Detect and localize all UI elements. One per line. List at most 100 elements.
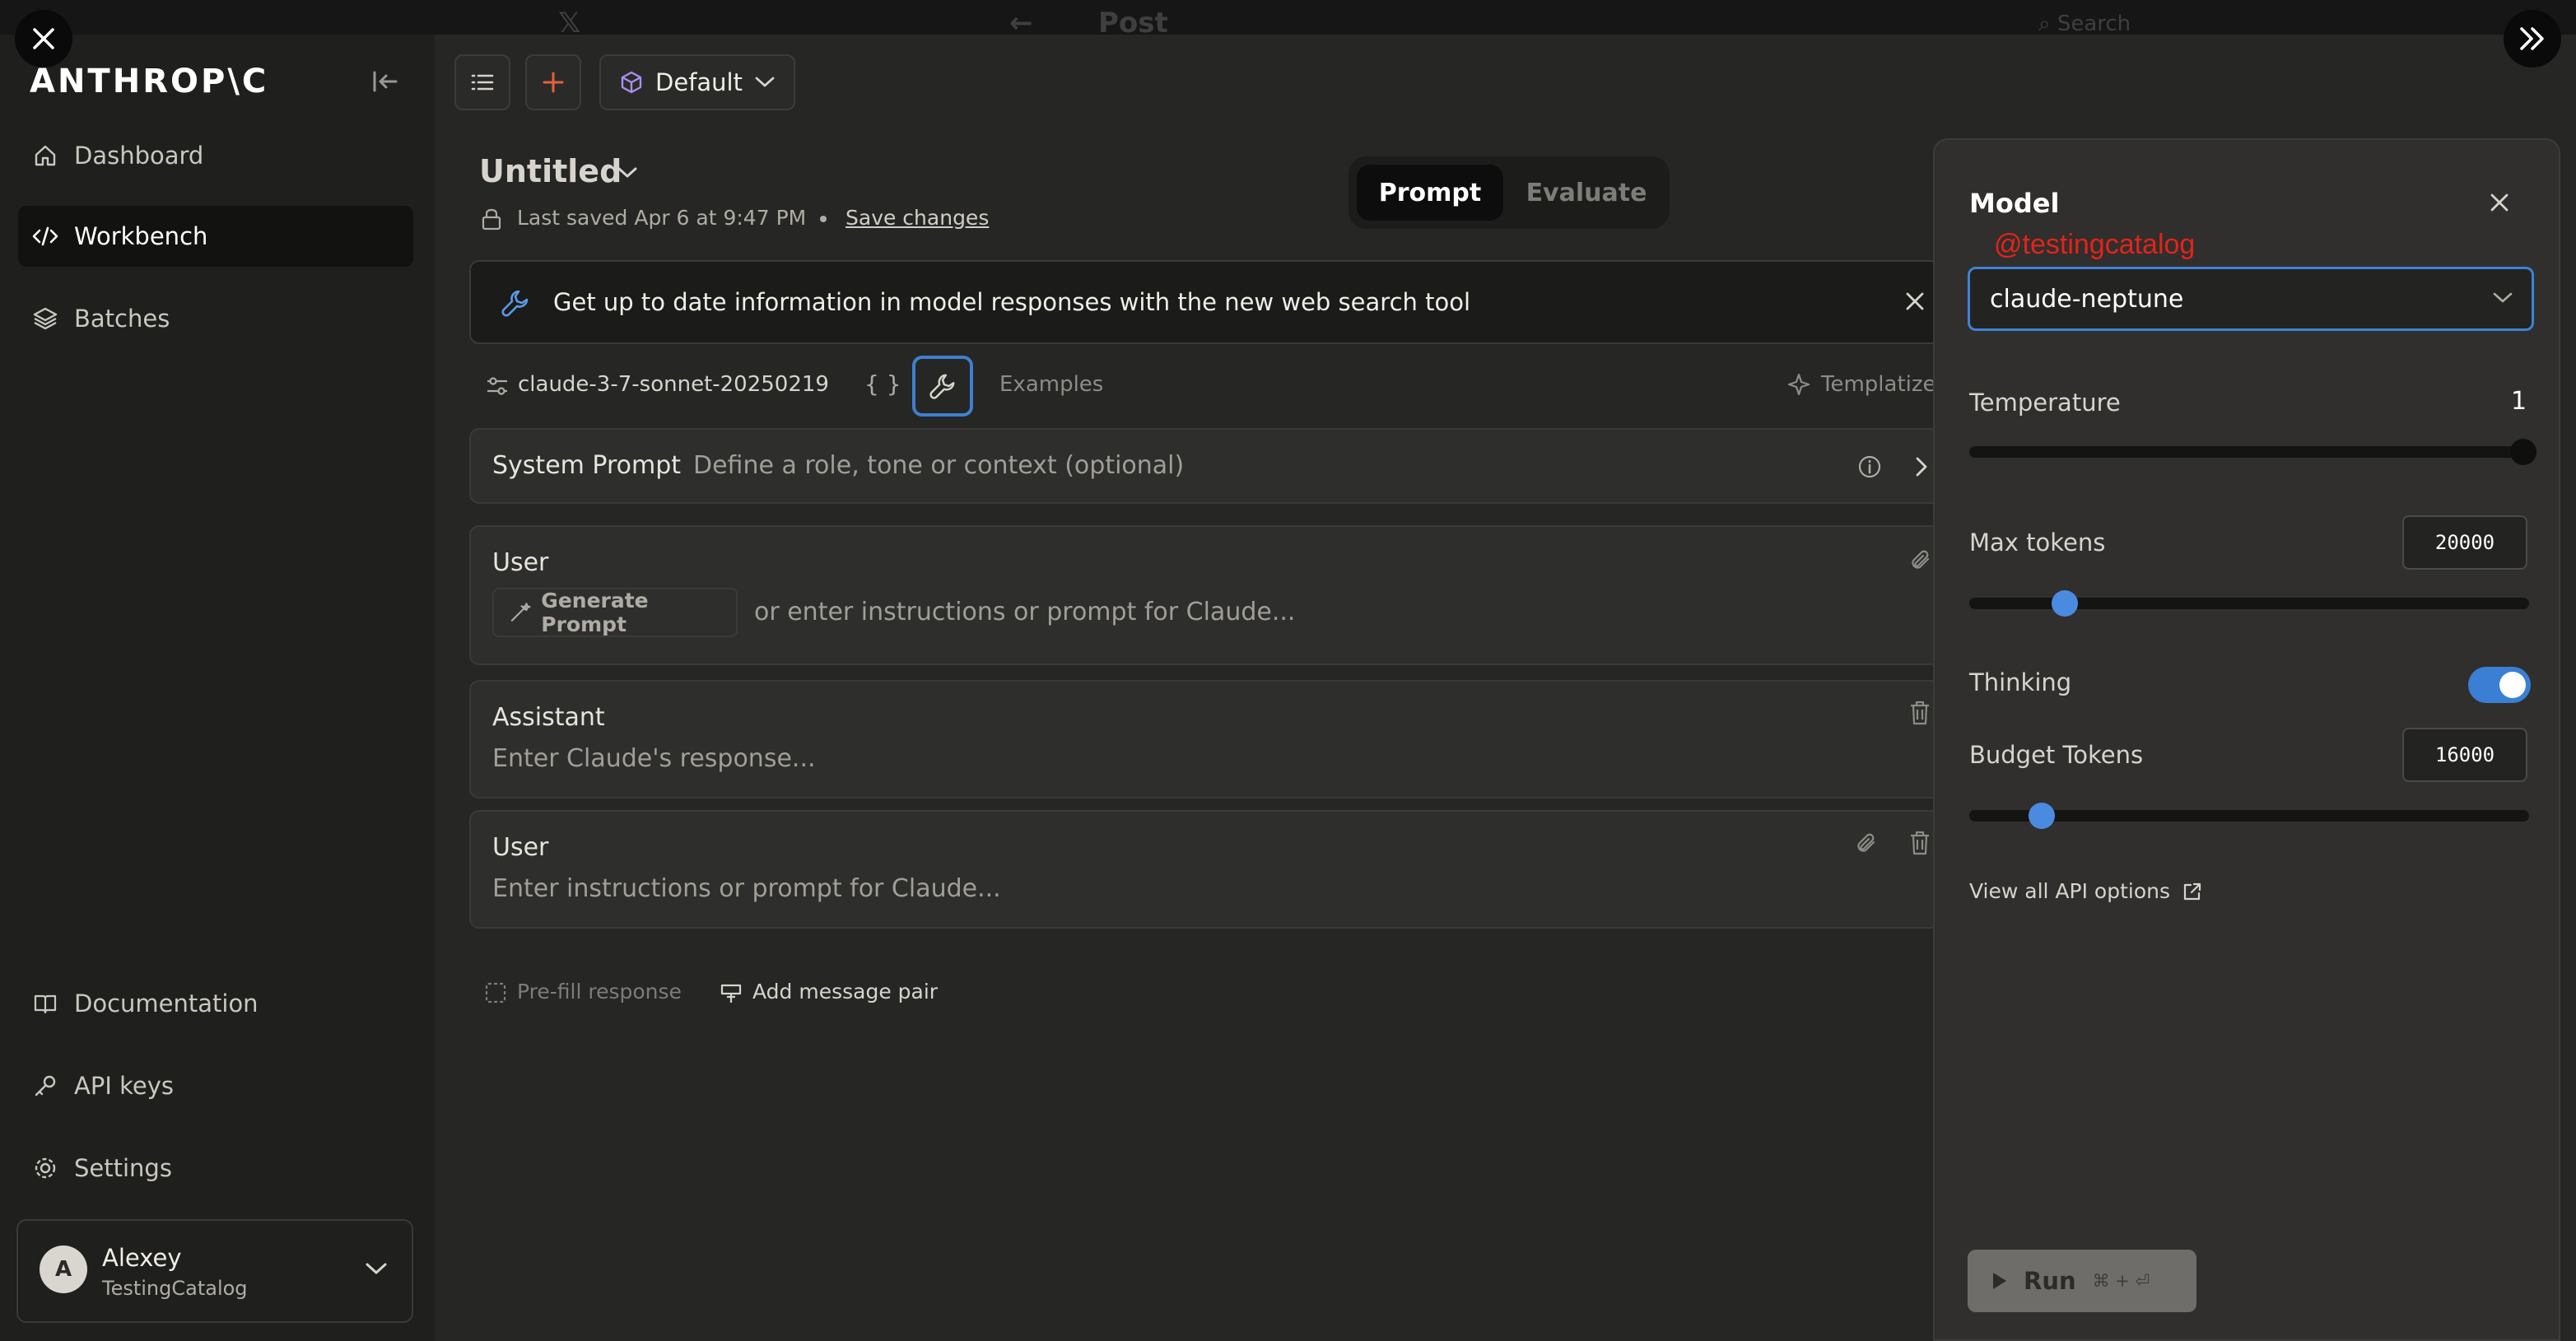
last-saved-text: Last saved Apr 6 at 9:47 PM (517, 206, 807, 230)
magic-wand-icon (510, 603, 531, 622)
model-select[interactable]: claude-neptune (1968, 267, 2534, 331)
sidebar-item-settings[interactable]: Settings (18, 1138, 413, 1199)
sidebar-item-workbench[interactable]: Workbench (18, 206, 413, 267)
max-tokens-label: Max tokens (1969, 528, 2106, 556)
web-search-banner: Get up to date information in model resp… (469, 260, 1951, 344)
variables-button[interactable]: { } (864, 370, 901, 398)
temperature-label: Temperature (1969, 389, 2121, 417)
sidebar-item-label: Settings (74, 1154, 172, 1182)
page-title[interactable]: Untitled (479, 153, 622, 189)
budget-tokens-input[interactable]: 16000 (2402, 728, 2527, 782)
lock-icon (481, 207, 502, 230)
generate-prompt-button[interactable]: Generate Prompt (492, 588, 738, 637)
chevron-right-icon[interactable] (1913, 454, 1930, 479)
temperature-slider-handle[interactable] (2510, 439, 2537, 465)
sliders-icon[interactable] (486, 375, 509, 397)
banner-text: Get up to date information in model resp… (553, 288, 1471, 316)
close-icon (2490, 193, 2508, 212)
prefill-response-button[interactable]: Pre-fill response (517, 980, 682, 1003)
panel-close-button[interactable] (2488, 191, 2511, 214)
info-icon[interactable] (1857, 454, 1882, 479)
budget-tokens-label: Budget Tokens (1969, 741, 2144, 769)
message-placeholder: Enter instructions or prompt for Claude.… (492, 874, 1001, 903)
play-icon (1993, 1273, 2006, 1289)
message-assistant[interactable]: Assistant Enter Claude's response... (469, 680, 1951, 799)
add-message-pair-button[interactable]: Add message pair (752, 980, 938, 1003)
user-org: TestingCatalog (102, 1277, 248, 1300)
sidebar-item-api-keys[interactable]: API keys (18, 1055, 413, 1116)
chevron-down-icon (364, 1260, 389, 1277)
tools-button[interactable] (912, 356, 973, 417)
message-user-2[interactable]: User Enter instructions or prompt for Cl… (469, 810, 1951, 929)
external-link-icon (2182, 881, 2203, 902)
tab-evaluate[interactable]: Evaluate (1513, 165, 1660, 221)
chevron-down-icon[interactable] (616, 165, 639, 181)
trash-icon[interactable] (1908, 830, 1931, 856)
layers-icon (31, 305, 59, 333)
code-icon (31, 222, 59, 250)
background-x-logo: 𝕏 (558, 7, 581, 35)
collapse-sidebar-button[interactable] (370, 69, 400, 94)
temperature-slider[interactable] (1969, 446, 2529, 458)
separator-dot (820, 216, 827, 222)
overlay-close-button[interactable] (15, 10, 72, 68)
system-prompt-field[interactable]: System Prompt Define a role, tone or con… (469, 428, 1951, 504)
thinking-toggle[interactable] (2468, 667, 2531, 703)
close-icon (1906, 292, 1924, 310)
max-tokens-input[interactable]: 20000 (2402, 515, 2527, 570)
home-icon (31, 142, 59, 170)
tab-prompt[interactable]: Prompt (1357, 165, 1503, 221)
generate-prompt-label: Generate Prompt (541, 589, 649, 636)
background-back-arrow: ← (1009, 7, 1033, 35)
run-button[interactable]: Run ⌘ + ⏎ (1968, 1250, 2196, 1312)
message-role: User (492, 833, 549, 862)
chevron-down-icon (2492, 291, 2513, 305)
max-tokens-slider-handle[interactable] (2051, 590, 2078, 617)
model-select-value: claude-neptune (1990, 284, 2184, 314)
collapse-left-icon (373, 71, 398, 92)
system-prompt-placeholder: Define a role, tone or context (optional… (693, 451, 1185, 480)
message-placeholder: or enter instructions or prompt for Clau… (754, 598, 1296, 626)
gear-icon (31, 1154, 59, 1182)
sidebar-item-dashboard[interactable]: Dashboard (18, 125, 413, 186)
key-icon (31, 1072, 59, 1100)
dashed-box-icon (484, 981, 507, 1004)
run-shortcut: ⌘ + ⏎ (2092, 1271, 2150, 1291)
list-view-button[interactable] (454, 54, 510, 110)
message-user-1[interactable]: User Generate Prompt or enter instructio… (469, 525, 1951, 665)
book-icon (31, 989, 59, 1017)
overlay-expand-button[interactable] (2504, 10, 2561, 68)
sidebar-item-label: API keys (74, 1072, 174, 1100)
sidebar-item-documentation[interactable]: Documentation (18, 973, 413, 1034)
temperature-value: 1 (2511, 387, 2527, 416)
user-menu[interactable]: A Alexey TestingCatalog (16, 1219, 413, 1323)
view-api-options-link[interactable]: View all API options (1969, 879, 2170, 903)
background-page-strip: 𝕏 ← Post ⌕ Search (0, 0, 2576, 35)
panel-title: Model (1969, 188, 2060, 219)
paperclip-icon[interactable] (1908, 548, 1933, 573)
banner-close-button[interactable] (1903, 290, 1926, 313)
plus-icon (543, 72, 564, 93)
run-label: Run (2024, 1267, 2076, 1295)
model-settings-panel: Model @testingcatalog claude-neptune Tem… (1933, 138, 2560, 1341)
model-selector-button[interactable]: claude-3-7-sonnet-20250219 (518, 372, 829, 397)
new-prompt-button[interactable] (525, 54, 581, 110)
trash-icon[interactable] (1908, 700, 1931, 726)
preset-dropdown[interactable]: Default (599, 54, 795, 110)
wrench-icon (501, 288, 530, 318)
budget-tokens-slider-handle[interactable] (2029, 803, 2056, 829)
wrench-icon (929, 374, 955, 399)
list-icon (471, 74, 494, 91)
examples-button[interactable]: Examples (999, 372, 1103, 397)
sidebar-item-batches[interactable]: Batches (18, 288, 413, 349)
message-role: Assistant (492, 703, 605, 732)
double-chevron-right-icon (2520, 27, 2544, 50)
chevron-down-icon (755, 77, 775, 87)
save-changes-link[interactable]: Save changes (845, 206, 989, 230)
paperclip-icon[interactable] (1854, 831, 1879, 856)
message-placeholder: Enter Claude's response... (492, 744, 816, 773)
background-search-placeholder: ⌕ Search (2038, 12, 2131, 35)
user-name: Alexey (102, 1244, 182, 1272)
close-icon (33, 28, 54, 49)
templatize-button[interactable]: Templatize (1821, 372, 1936, 397)
